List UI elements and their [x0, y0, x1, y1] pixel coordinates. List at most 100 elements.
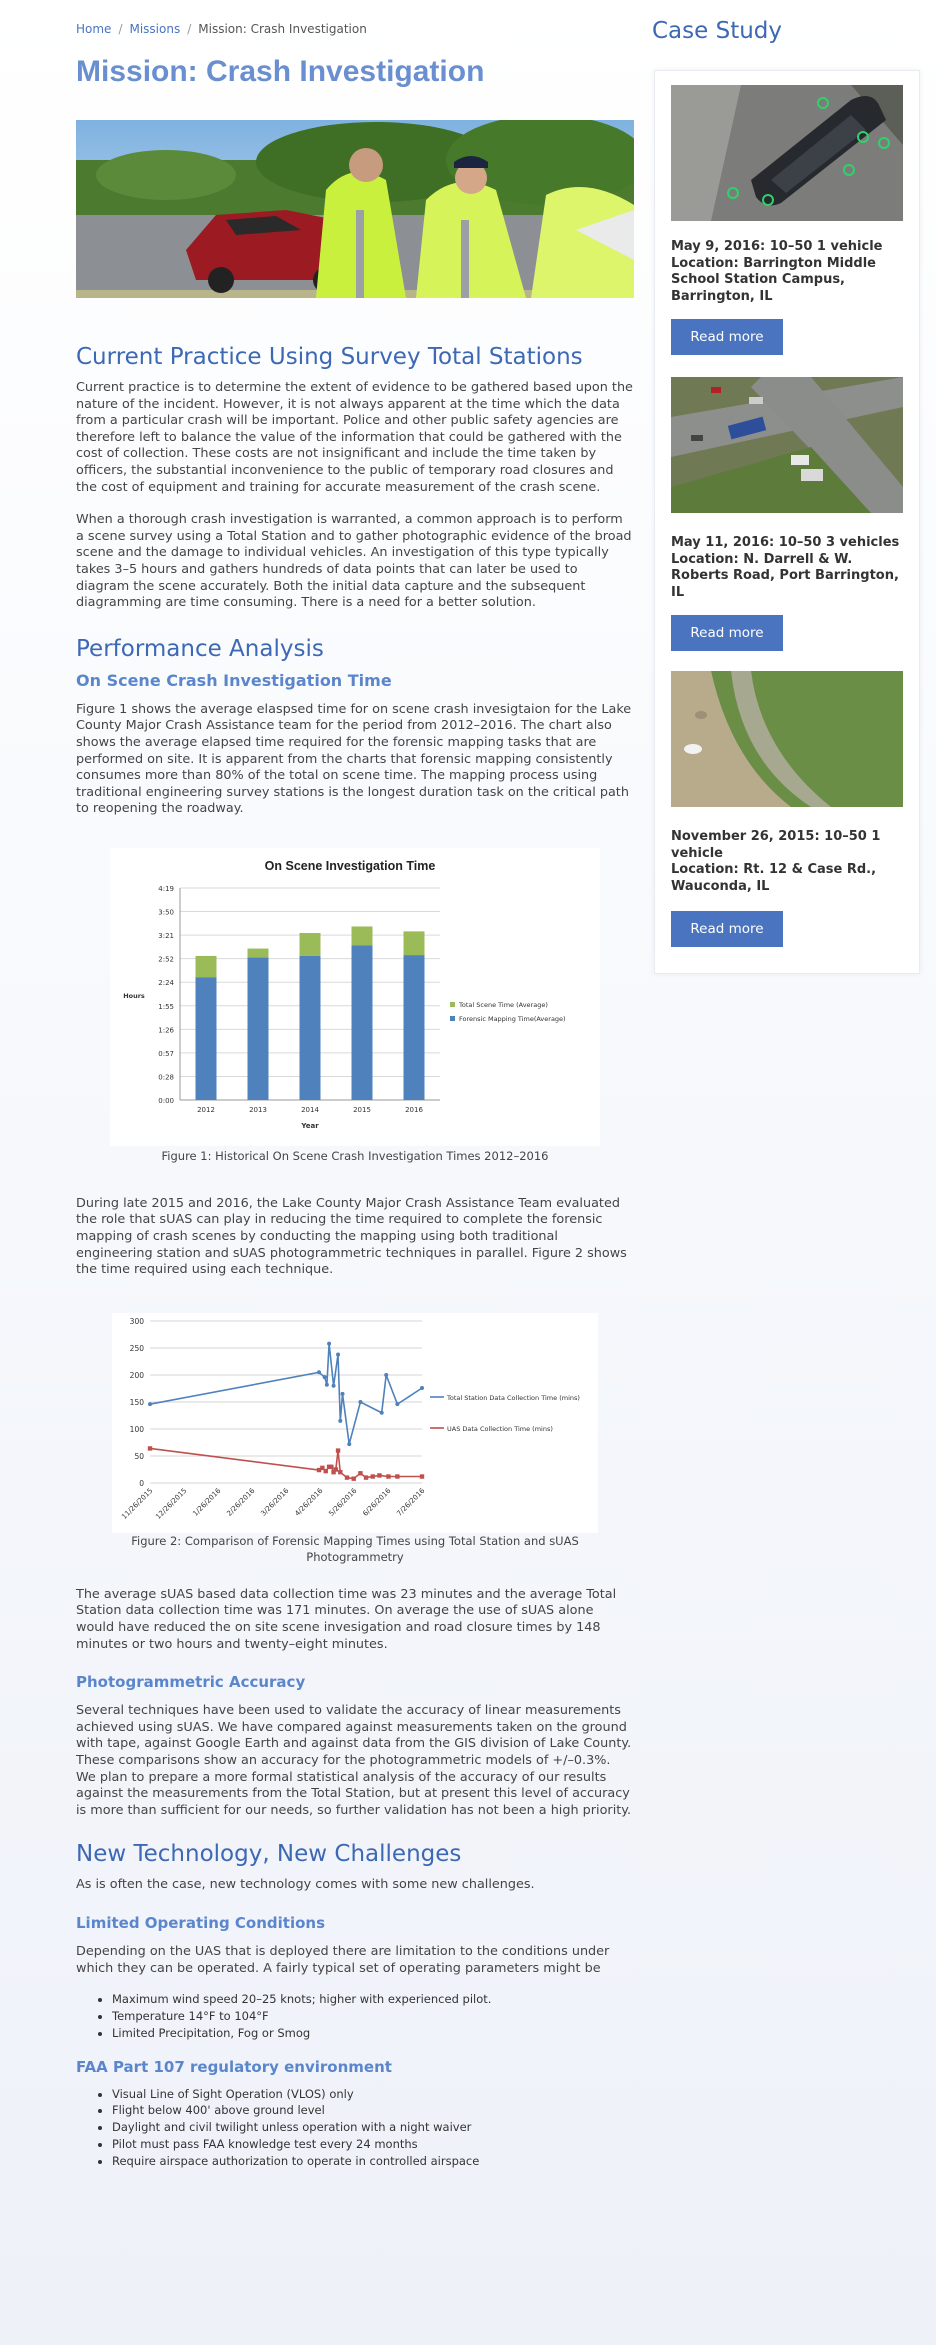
sidebar-title: Case Study [652, 18, 783, 44]
breadcrumb-separator: / [118, 22, 123, 36]
data-point-uas [358, 1470, 363, 1476]
faa-regulations-list: Visual Line of Sight Operation (VLOS) on… [76, 2086, 634, 2170]
x-tick-label: 2016 [405, 1106, 423, 1114]
legend-swatch [450, 1001, 455, 1007]
y-tick-label: 3:21 [158, 932, 174, 940]
case-study-item: May 11, 2016: 10–50 3 vehicles Location:… [671, 377, 903, 651]
paragraph: Depending on the UAS that is deployed th… [76, 1943, 610, 1976]
subheading-faa-part-107: FAA Part 107 regulatory environment [76, 2057, 392, 2076]
data-point-total-station [340, 1391, 345, 1396]
data-point-total-station [148, 1402, 152, 1407]
case-study-location: Location: N. Darrell & W. Roberts Road, … [671, 551, 899, 600]
list-item: Temperature 14°F to 104°F [112, 2008, 634, 2025]
data-point-uas [419, 1474, 425, 1479]
breadcrumb-separator: / [187, 22, 192, 36]
hero-image [76, 120, 634, 298]
main-content: Home / Missions / Mission: Crash Investigati… [76, 22, 634, 2170]
y-tick-label: 3:50 [158, 908, 174, 916]
data-point-total-station [331, 1383, 336, 1388]
list-item: Flight below 400' above ground level [112, 2102, 634, 2119]
list-item: Require airspace authorization to operat… [112, 2153, 634, 2170]
y-tick-label: 0:00 [158, 1097, 174, 1105]
paragraph: Figure 1 shows the average elaspsed time… [76, 701, 632, 817]
list-item: Maximum wind speed 20–25 knots; higher w… [112, 1991, 634, 2008]
case-study-panel: May 9, 2016: 10–50 1 vehicle Location: B… [654, 70, 920, 974]
case-study-date: May 9, 2016: 10–50 1 vehicle [671, 239, 883, 254]
read-more-button[interactable]: Read more [671, 911, 783, 947]
breadcrumb-missions-link[interactable]: Missions [129, 22, 180, 36]
x-tick-label: 6/26/2016 [361, 1486, 392, 1517]
data-point-total-station [379, 1410, 384, 1415]
data-point-uas [377, 1473, 382, 1478]
data-point-uas [363, 1475, 369, 1480]
paragraph: When a thorough crash investigation is w… [76, 512, 632, 611]
data-point-uas [323, 1468, 328, 1474]
x-tick-label: 2013 [249, 1106, 267, 1114]
breadcrumb: Home / Missions / Mission: Crash Investigati… [76, 22, 634, 38]
x-tick-label: 5/26/2016 [327, 1486, 358, 1517]
case-study-image[interactable] [671, 671, 903, 807]
data-point-total-station [322, 1375, 327, 1380]
data-point-total-station [338, 1418, 343, 1423]
bar-chart: On Scene Investigation Time 0:00 0:28 0:57 1… [123, 859, 566, 1130]
data-point-uas [395, 1474, 400, 1479]
data-point-uas [386, 1474, 391, 1479]
case-study-image[interactable] [671, 85, 903, 221]
breadcrumb-home-link[interactable]: Home [76, 22, 111, 36]
legend-swatch [450, 1015, 455, 1021]
paragraph: Several techniques have been used to val… [76, 1703, 632, 1818]
paragraph: As is often the case, new technology com… [76, 1877, 535, 1893]
subheading-photogrammetric-accuracy: Photogrammetric Accuracy [76, 1673, 306, 1692]
case-study-item: May 9, 2016: 10–50 1 vehicle Location: B… [671, 85, 903, 355]
read-more-button[interactable]: Read more [671, 615, 783, 651]
data-point-total-station [336, 1352, 341, 1357]
x-tick-label: 2012 [197, 1106, 215, 1114]
y-tick-label: 250 [130, 1344, 145, 1353]
line-chart: 0 50 100 150 200 250 300 11/26/2015 12/26/2015 1/… [120, 1317, 580, 1521]
case-study-item: November 26, 2015: 10–50 1 vehicle Locat… [671, 671, 903, 947]
legend-label: Forensic Mapping Time(Average) [459, 1015, 566, 1023]
section-heading-current-practice: Current Practice Using Survey Total Stat… [76, 344, 583, 370]
figure-2-chart: 0 50 100 150 200 250 300 11/26/2015 12/26/2015 1/… [112, 1312, 598, 1533]
data-point-uas [370, 1474, 375, 1479]
case-study-date: May 11, 2016: 10–50 3 vehicles [671, 535, 900, 550]
legend-label: UAS Data Collection Time (mins) [447, 1425, 553, 1433]
read-more-button[interactable]: Read more [671, 319, 783, 355]
list-item: Visual Line of Sight Operation (VLOS) on… [112, 2086, 634, 2103]
y-tick-label: 300 [130, 1317, 145, 1326]
y-tick-label: 50 [134, 1452, 144, 1461]
y-tick-label: 2:24 [158, 979, 174, 987]
x-tick-label: 7/26/2016 [395, 1486, 426, 1517]
y-tick-label: 0:57 [158, 1050, 174, 1058]
section-heading-new-tech: New Technology, New Challenges [76, 1841, 462, 1868]
list-item: Pilot must pass FAA knowledge test every… [112, 2136, 634, 2153]
y-tick-label: 150 [130, 1398, 145, 1407]
bar-forensic-mapping-time [403, 954, 425, 1100]
data-point-total-station [420, 1385, 424, 1390]
case-study-location: Location: Rt. 12 & Case Rd., Wauconda, I… [671, 862, 877, 894]
data-point-total-station [327, 1341, 332, 1346]
data-point-total-station [395, 1402, 400, 1407]
figure-1-chart: On Scene Investigation Time 0:00 0:28 0:57 1… [110, 847, 600, 1146]
data-point-uas [351, 1476, 356, 1481]
section-heading-performance: Performance Analysis [76, 635, 324, 662]
legend-label: Total Station Data Collection Time (mins… [446, 1394, 580, 1402]
paragraph: Current practice is to determine the ext… [76, 380, 633, 495]
x-tick-label: 12/26/2015 [154, 1487, 188, 1521]
bar-forensic-mapping-time [195, 977, 217, 1100]
operating-conditions-list: Maximum wind speed 20–25 knots; higher w… [76, 1991, 634, 2041]
chart-title: On Scene Investigation Time [265, 859, 436, 873]
paragraph: During late 2015 and 2016, the Lake Coun… [76, 1195, 627, 1278]
case-study-image[interactable] [671, 377, 903, 513]
y-tick-label: 1:55 [158, 1003, 174, 1011]
y-tick-label: 4:19 [158, 885, 174, 893]
y-tick-label: 2:52 [158, 956, 174, 964]
x-tick-label: 4/26/2016 [293, 1486, 324, 1517]
y-tick-label: 200 [130, 1371, 145, 1380]
x-tick-label: 3/26/2016 [259, 1486, 290, 1517]
bar-forensic-mapping-time [351, 945, 373, 1100]
page-title: Mission: Crash Investigation [76, 55, 485, 88]
x-tick-label: 2/26/2016 [225, 1486, 256, 1517]
data-point-uas [329, 1464, 334, 1469]
bar-forensic-mapping-time [299, 955, 321, 1100]
